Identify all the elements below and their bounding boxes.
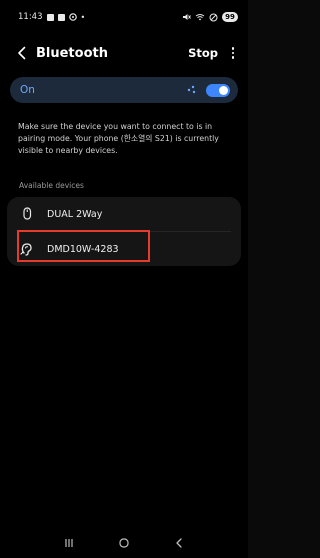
page-title: Bluetooth	[36, 45, 108, 61]
mouse-icon	[19, 206, 35, 222]
status-bar: 11:43 • 99	[0, 0, 248, 34]
home-button[interactable]	[117, 536, 131, 550]
ear-hearing-icon	[19, 241, 35, 257]
status-right: 99	[182, 12, 238, 22]
device-name: DUAL 2Way	[47, 208, 103, 220]
more-options-icon[interactable]	[228, 47, 238, 59]
stop-scan-button[interactable]: Stop	[188, 46, 218, 60]
recent-apps-button[interactable]	[62, 536, 76, 550]
bluetooth-toggle-row[interactable]: On	[10, 77, 238, 103]
device-list: DUAL 2Way DMD10W-4283	[7, 197, 241, 266]
scanning-icon	[187, 85, 196, 94]
home-icon	[119, 538, 129, 548]
recent-apps-icon	[65, 539, 73, 547]
status-time: 11:43	[18, 12, 43, 22]
app-header: Bluetooth Stop	[0, 38, 248, 68]
app-notification-icon	[68, 13, 77, 21]
available-devices-label: Available devices	[19, 181, 84, 190]
bluetooth-switch[interactable]	[206, 83, 230, 97]
notification-icon	[57, 13, 65, 21]
phone-screen: 11:43 • 99 Bluetooth Stop On Make sure t…	[0, 0, 248, 558]
back-nav-button[interactable]	[172, 536, 186, 550]
device-item[interactable]: DUAL 2Way	[7, 197, 241, 231]
mute-icon	[183, 14, 191, 20]
device-item[interactable]: DMD10W-4283	[7, 232, 241, 266]
wifi-icon	[195, 14, 205, 21]
chevron-left-icon	[18, 46, 26, 60]
status-left: 11:43 •	[18, 12, 85, 22]
pairing-description: Make sure the device you want to connect…	[18, 122, 219, 155]
more-notifications-dot: •	[80, 12, 86, 22]
chevron-left-icon	[175, 538, 182, 548]
switch-knob	[219, 85, 228, 95]
toggle-label: On	[20, 84, 35, 96]
navigation-bar	[0, 528, 248, 558]
notification-icon	[46, 13, 54, 21]
no-signal-icon	[209, 13, 218, 21]
battery-indicator: 99	[222, 12, 238, 22]
back-button[interactable]	[14, 43, 30, 63]
device-name: DMD10W-4283	[47, 243, 119, 255]
